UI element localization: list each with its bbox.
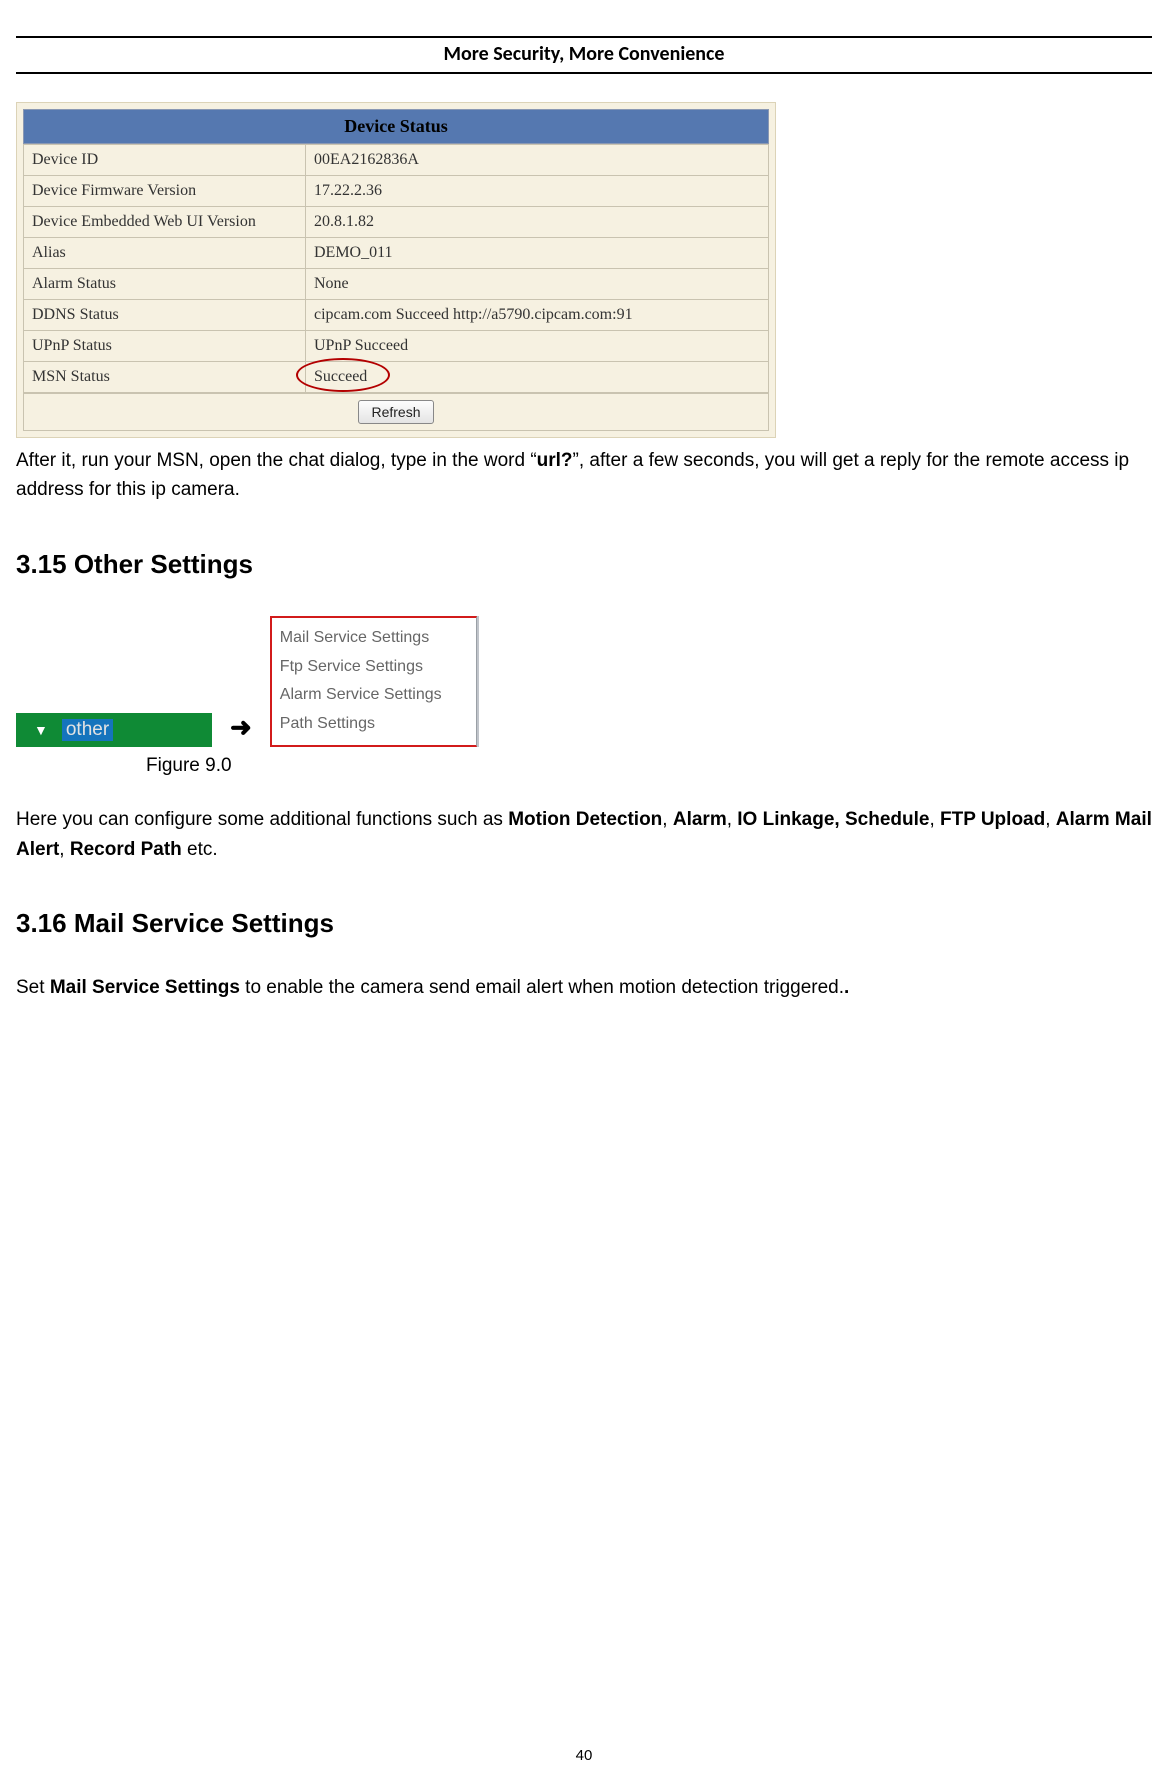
text: , bbox=[929, 809, 940, 830]
figure-9-0-caption: Figure 9.0 bbox=[146, 755, 1152, 777]
text: , bbox=[1045, 809, 1056, 830]
device-status-title: Device Status bbox=[23, 109, 769, 144]
menu-item-path-settings[interactable]: Path Settings bbox=[280, 710, 468, 739]
mail-service-paragraph: Set Mail Service Settings to enable the … bbox=[16, 973, 1152, 1002]
table-row: Alias DEMO_011 bbox=[24, 238, 769, 269]
text: , bbox=[59, 839, 70, 860]
text-bold: IO Linkage, Schedule bbox=[737, 809, 929, 830]
status-key: Alarm Status bbox=[24, 269, 306, 300]
table-row: Device Firmware Version 17.22.2.36 bbox=[24, 176, 769, 207]
status-key: MSN Status bbox=[24, 362, 306, 393]
text: , bbox=[662, 809, 673, 830]
status-value: Succeed bbox=[306, 362, 769, 393]
chevron-down-icon: ▼ bbox=[34, 723, 48, 737]
text-bold-period: . bbox=[844, 977, 849, 998]
text-bold: FTP Upload bbox=[940, 809, 1045, 830]
text: Set bbox=[16, 977, 50, 998]
other-dropdown-button[interactable]: ▼ other bbox=[16, 713, 212, 747]
status-value: 00EA2162836A bbox=[306, 145, 769, 176]
device-status-table: Device ID 00EA2162836A Device Firmware V… bbox=[23, 144, 769, 393]
status-value: 20.8.1.82 bbox=[306, 207, 769, 238]
msn-status-value: Succeed bbox=[314, 368, 367, 385]
text-bold: Record Path bbox=[70, 839, 182, 860]
table-row: Device ID 00EA2162836A bbox=[24, 145, 769, 176]
text: to enable the camera send email alert wh… bbox=[240, 977, 844, 998]
figure-9-0: ▼ other ➜ Mail Service Settings Ftp Serv… bbox=[16, 616, 1152, 747]
msn-instruction-paragraph: After it, run your MSN, open the chat di… bbox=[16, 446, 1152, 505]
text: etc. bbox=[182, 839, 218, 860]
text-bold: Alarm bbox=[673, 809, 727, 830]
section-316-heading: 3.16 Mail Service Settings bbox=[16, 908, 1152, 939]
status-key: UPnP Status bbox=[24, 331, 306, 362]
other-settings-paragraph: Here you can configure some additional f… bbox=[16, 805, 1152, 864]
arrow-right-icon: ➜ bbox=[230, 712, 252, 743]
table-row: Alarm Status None bbox=[24, 269, 769, 300]
status-value: UPnP Succeed bbox=[306, 331, 769, 362]
table-row: MSN Status Succeed bbox=[24, 362, 769, 393]
menu-item-mail-service[interactable]: Mail Service Settings bbox=[280, 624, 468, 653]
url-keyword: url? bbox=[537, 450, 573, 471]
section-315-heading: 3.15 Other Settings bbox=[16, 549, 1152, 580]
status-value: 17.22.2.36 bbox=[306, 176, 769, 207]
status-key: Device Embedded Web UI Version bbox=[24, 207, 306, 238]
table-row: DDNS Status cipcam.com Succeed http://a5… bbox=[24, 300, 769, 331]
text-bold: Mail Service Settings bbox=[50, 977, 240, 998]
menu-item-ftp-service[interactable]: Ftp Service Settings bbox=[280, 653, 468, 682]
text: , bbox=[727, 809, 738, 830]
page-header-tagline: More Security, More Convenience bbox=[16, 38, 1152, 74]
status-key: Alias bbox=[24, 238, 306, 269]
table-row: UPnP Status UPnP Succeed bbox=[24, 331, 769, 362]
device-status-footer: Refresh bbox=[23, 393, 769, 431]
menu-item-alarm-service[interactable]: Alarm Service Settings bbox=[280, 681, 468, 710]
device-status-panel: Device Status Device ID 00EA2162836A Dev… bbox=[16, 102, 776, 438]
status-value: DEMO_011 bbox=[306, 238, 769, 269]
text: After it, run your MSN, open the chat di… bbox=[16, 450, 537, 471]
refresh-button[interactable]: Refresh bbox=[358, 400, 433, 424]
status-key: Device Firmware Version bbox=[24, 176, 306, 207]
text-bold: Motion Detection bbox=[508, 809, 662, 830]
status-key: Device ID bbox=[24, 145, 306, 176]
text: Here you can configure some additional f… bbox=[16, 809, 508, 830]
table-row: Device Embedded Web UI Version 20.8.1.82 bbox=[24, 207, 769, 238]
status-value: cipcam.com Succeed http://a5790.cipcam.c… bbox=[306, 300, 769, 331]
status-value: None bbox=[306, 269, 769, 300]
other-submenu: Mail Service Settings Ftp Service Settin… bbox=[270, 616, 477, 747]
page-number: 40 bbox=[0, 1747, 1168, 1764]
status-key: DDNS Status bbox=[24, 300, 306, 331]
other-dropdown-label: other bbox=[62, 719, 113, 741]
